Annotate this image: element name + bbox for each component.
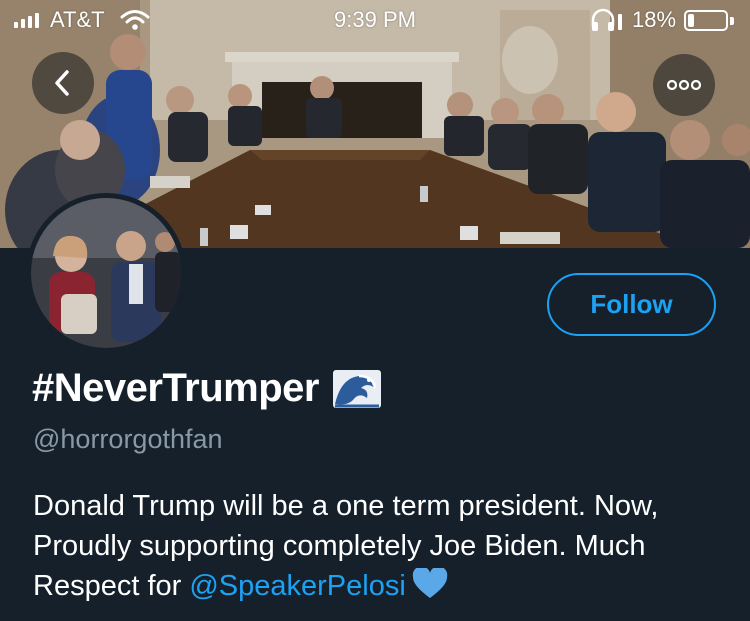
profile-avatar[interactable] [26,193,186,353]
water-wave-icon [332,369,381,408]
headphones-icon [590,8,624,37]
display-name: #NeverTrumper [32,366,319,410]
username-handle: @horrorgothfan [33,424,223,454]
profile-screen: AT&T 9:39 PM 18% Follow #NeverTrumper @h… [0,0,750,621]
status-bar: AT&T 9:39 PM 18% [0,0,750,40]
chevron-left-icon [55,70,69,96]
avatar-photo [31,198,181,348]
back-button[interactable] [32,52,94,114]
blue-heart-icon [412,568,448,598]
battery-level-fill [688,14,694,27]
display-name-row: #NeverTrumper [32,366,381,411]
more-dots-icon [666,79,702,91]
bio-mention-link[interactable]: @SpeakerPelosi [189,570,405,602]
more-options-button[interactable] [653,54,715,116]
battery-nub [730,17,734,25]
battery-icon [684,10,728,31]
follow-button[interactable]: Follow [547,273,716,336]
profile-bio: Donald Trump will be a one term presiden… [33,486,733,606]
battery-percentage: 18% [632,7,677,32]
